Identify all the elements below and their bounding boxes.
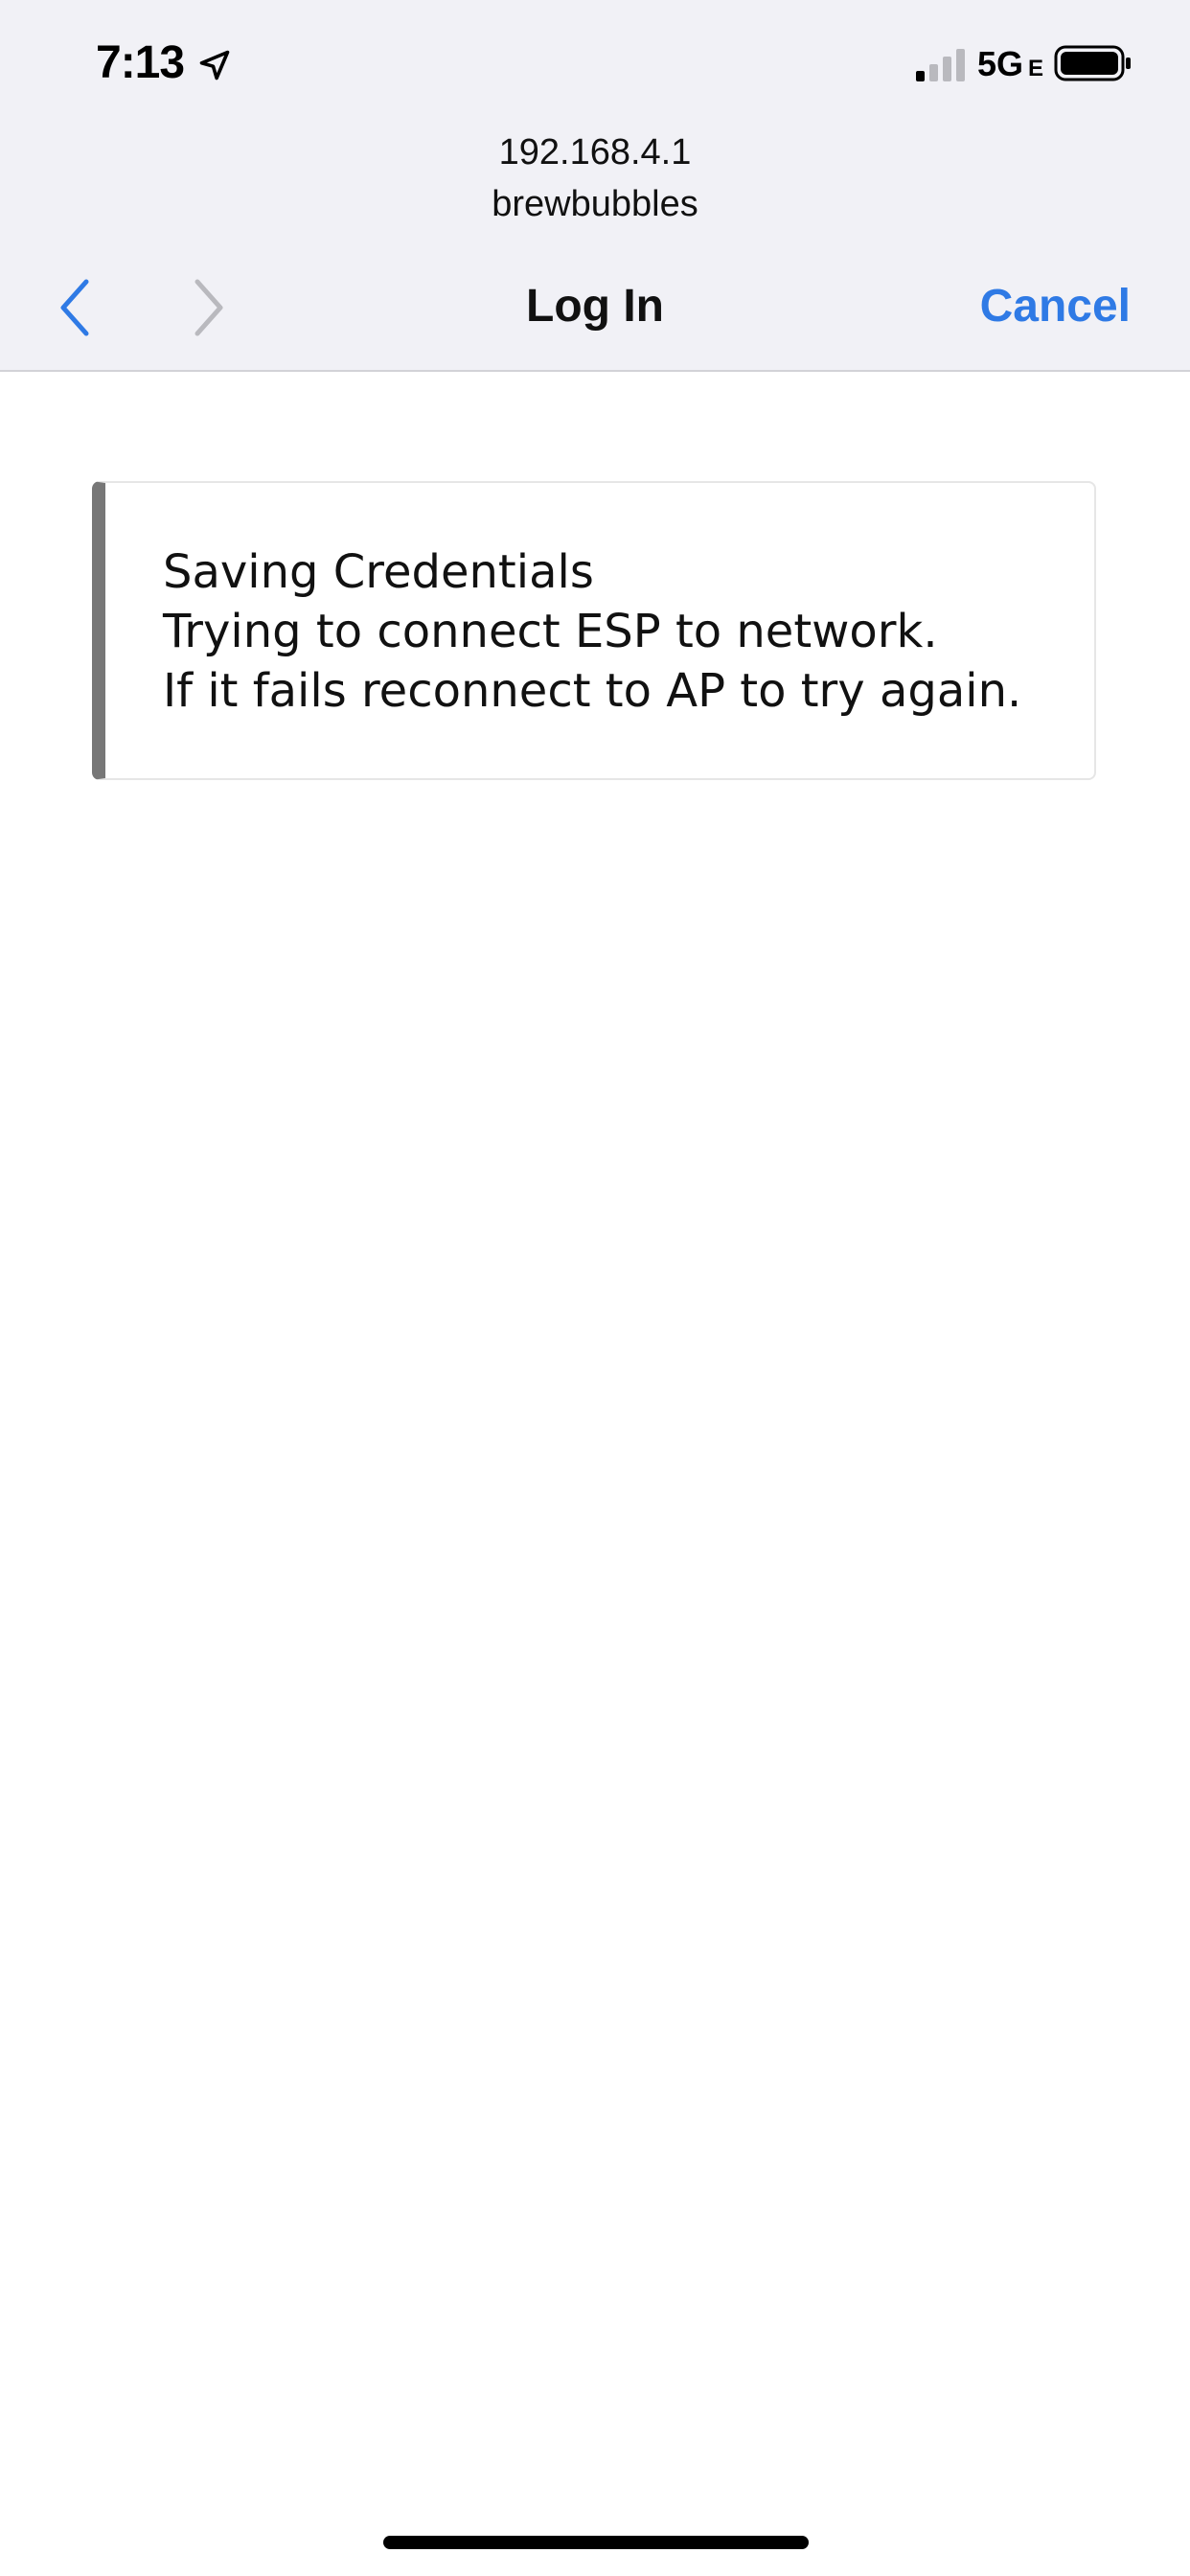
network-type-label: 5G	[977, 44, 1024, 83]
network-type-suffix: E	[1028, 56, 1044, 81]
location-arrow-icon	[199, 50, 230, 80]
message-line-status: Trying to connect ESP to network.	[163, 605, 938, 658]
battery-icon	[1054, 45, 1131, 81]
status-time: 7:13	[96, 37, 185, 88]
message-line-title: Saving Credentials	[163, 545, 594, 599]
status-message-box: Saving Credentials Trying to connect ESP…	[92, 481, 1096, 780]
browser-header: 7:13 5G E 192.168.4.1 brewbubbles Log In…	[0, 0, 1190, 372]
message-line-hint: If it fails reconnect to AP to try again…	[163, 664, 1022, 718]
signal-bars-icon	[916, 49, 965, 81]
home-indicator[interactable]	[383, 2536, 809, 2549]
page-url: 192.168.4.1	[498, 132, 692, 172]
site-name: brewbubbles	[492, 184, 698, 224]
cancel-button[interactable]: Cancel	[980, 280, 1131, 333]
